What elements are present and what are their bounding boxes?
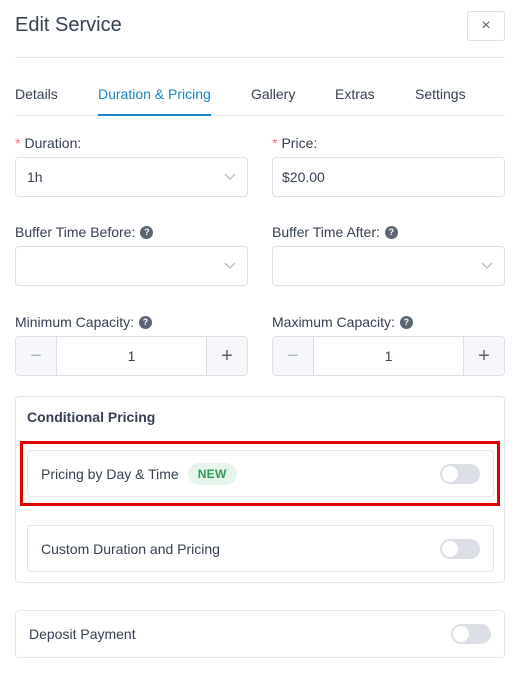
tab-gallery[interactable]: Gallery <box>251 86 295 115</box>
min-capacity-label: Minimum Capacity: ? <box>15 314 153 330</box>
chevron-down-icon <box>224 262 236 269</box>
buffer-before-label: Buffer Time Before: ? <box>15 224 154 240</box>
pricing-by-day-time-label: Pricing by Day & Time <box>41 465 179 482</box>
tab-settings[interactable]: Settings <box>415 86 466 115</box>
minus-icon[interactable]: − <box>273 337 314 375</box>
buffer-after-select[interactable] <box>272 246 505 286</box>
deposit-payment-label: Deposit Payment <box>29 626 136 642</box>
minus-icon[interactable]: − <box>16 337 57 375</box>
conditional-pricing-section: Conditional Pricing Pricing by Day & Tim… <box>15 396 505 583</box>
custom-duration-pricing-toggle[interactable] <box>440 539 480 559</box>
buffer-after-label: Buffer Time After: ? <box>272 224 398 240</box>
min-capacity-stepper: − 1 + <box>15 336 248 376</box>
custom-duration-pricing-row: Custom Duration and Pricing <box>27 525 494 572</box>
max-capacity-label: Maximum Capacity: ? <box>272 314 413 330</box>
price-label: * Price: <box>272 135 318 151</box>
buffer-before-select[interactable] <box>15 246 248 286</box>
edit-service-dialog: Edit Service × Details Duration & Pricin… <box>0 0 517 687</box>
deposit-payment-row: Deposit Payment <box>15 610 505 658</box>
tab-bar: Details Duration & Pricing Gallery Extra… <box>15 86 505 116</box>
new-badge: NEW <box>187 462 237 485</box>
plus-icon[interactable]: + <box>463 337 504 375</box>
required-marker: * <box>15 135 21 151</box>
dialog-header: Edit Service × <box>15 11 505 58</box>
custom-duration-pricing-label: Custom Duration and Pricing <box>41 540 220 557</box>
deposit-payment-toggle[interactable] <box>451 624 491 644</box>
pricing-by-day-time-toggle[interactable] <box>440 464 480 484</box>
chevron-down-icon <box>224 173 236 180</box>
close-icon: × <box>481 17 491 34</box>
plus-icon[interactable]: + <box>206 337 247 375</box>
pricing-by-day-time-row: Pricing by Day & Time NEW <box>27 450 494 497</box>
tab-extras[interactable]: Extras <box>335 86 375 115</box>
help-icon[interactable]: ? <box>139 315 153 329</box>
max-capacity-stepper: − 1 + <box>272 336 505 376</box>
duration-value: 1h <box>27 169 43 185</box>
help-icon[interactable]: ? <box>140 225 154 239</box>
close-button[interactable]: × <box>467 11 505 41</box>
duration-label: * Duration: <box>15 135 82 151</box>
help-icon[interactable]: ? <box>399 315 413 329</box>
price-input[interactable]: $20.00 <box>272 157 505 197</box>
max-capacity-value[interactable]: 1 <box>314 337 463 375</box>
price-value: $20.00 <box>282 169 325 185</box>
toggle-knob <box>442 541 458 557</box>
tab-details[interactable]: Details <box>15 86 58 115</box>
tab-duration-pricing[interactable]: Duration & Pricing <box>98 86 211 116</box>
required-marker: * <box>272 135 278 151</box>
conditional-pricing-title: Conditional Pricing <box>27 409 156 425</box>
help-icon[interactable]: ? <box>384 225 398 239</box>
min-capacity-value[interactable]: 1 <box>57 337 206 375</box>
dialog-title: Edit Service <box>15 14 122 36</box>
chevron-down-icon <box>481 262 493 269</box>
duration-select[interactable]: 1h <box>15 157 248 197</box>
toggle-knob <box>442 466 458 482</box>
toggle-knob <box>453 626 469 642</box>
